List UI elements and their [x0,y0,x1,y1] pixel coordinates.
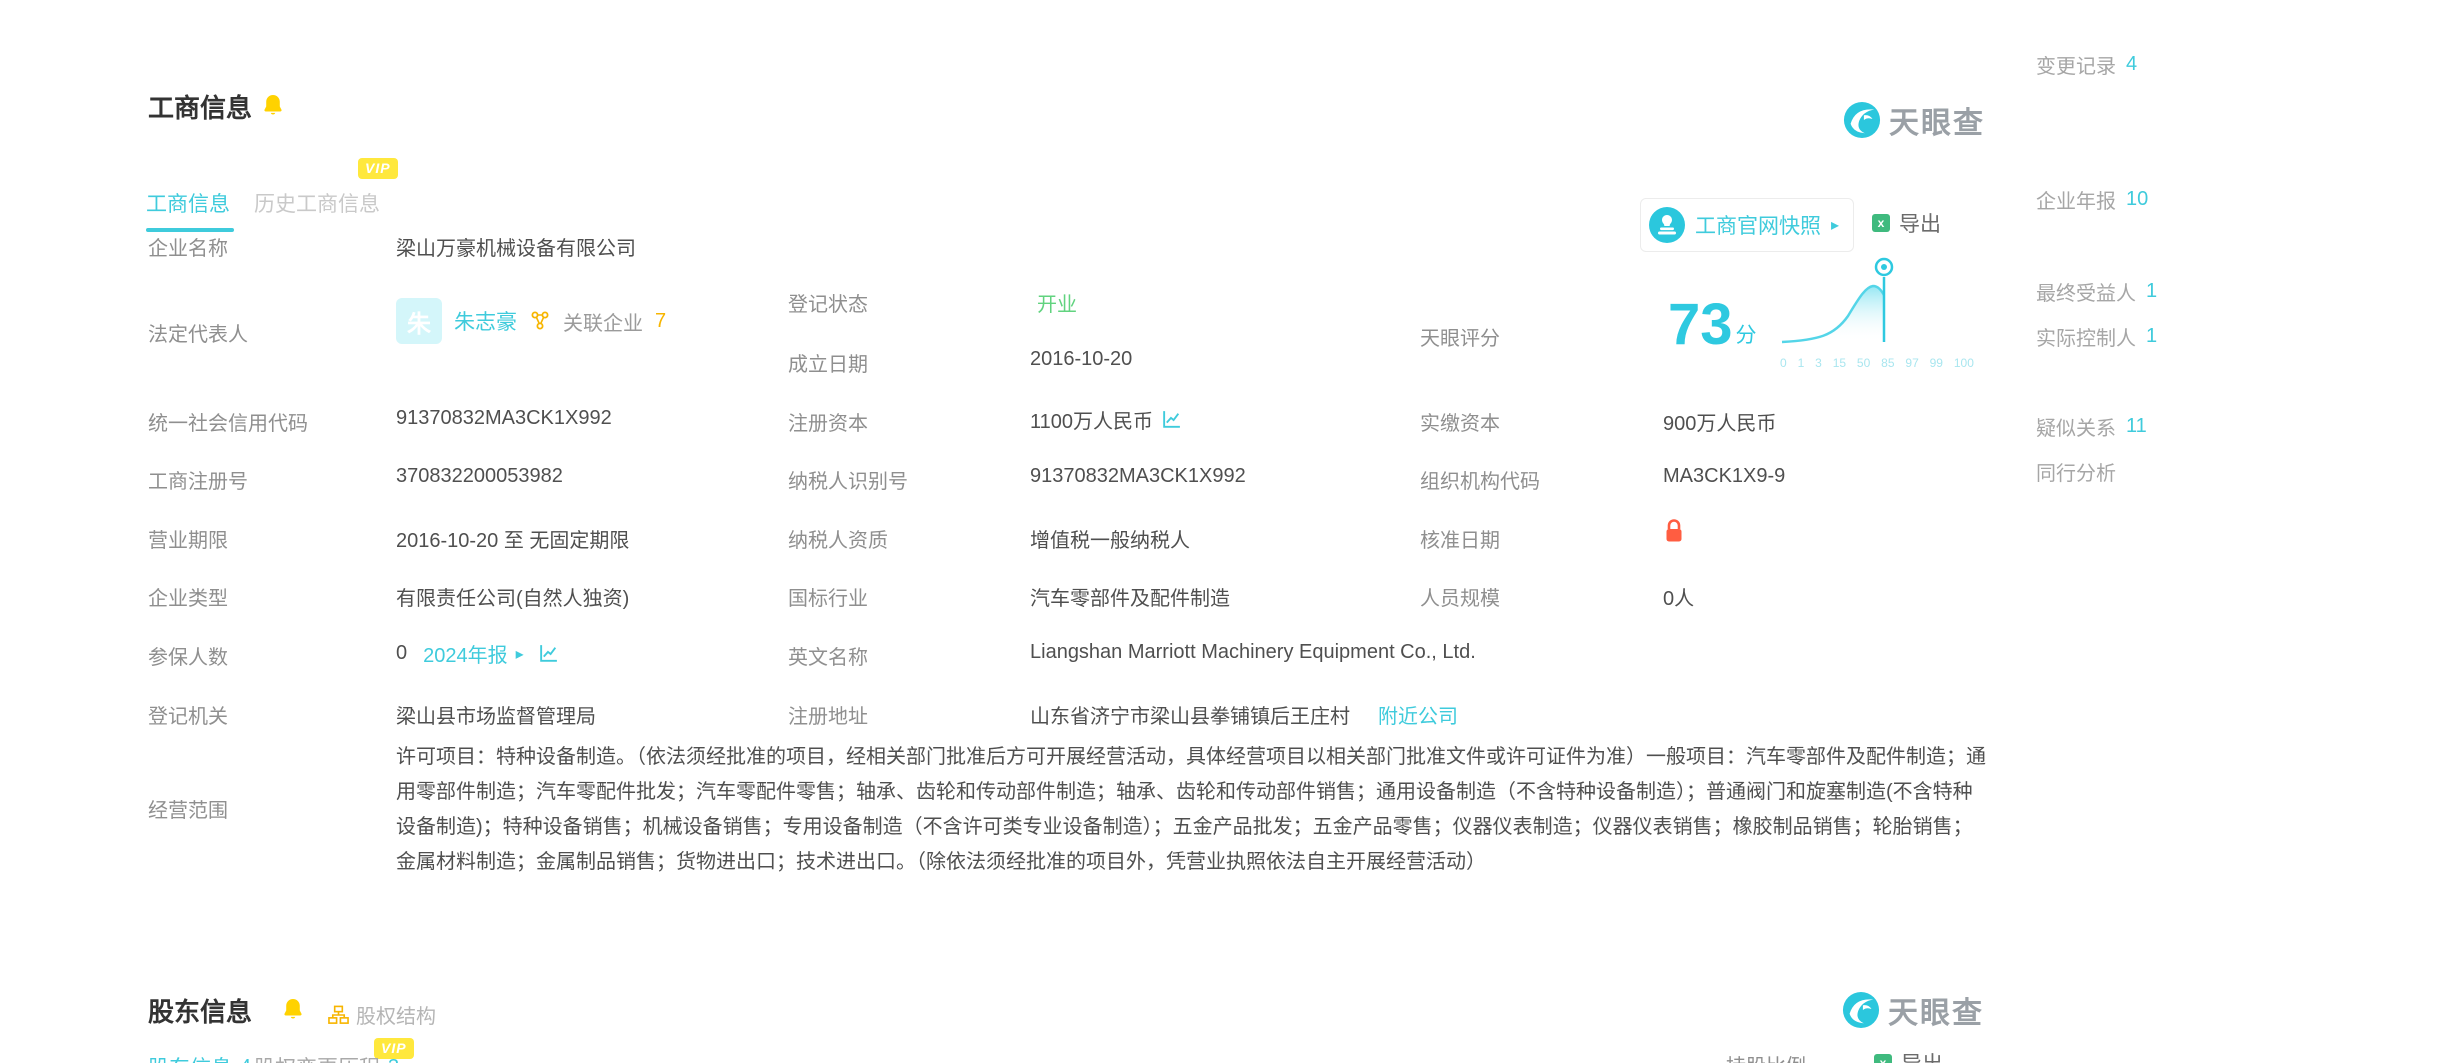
field-value-english-name: Liangshan Marriott Machinery Equipment C… [1030,641,1476,663]
field-label-company-name: 企业名称 [148,238,228,260]
field-label-establish-date: 成立日期 [788,354,868,376]
export-button[interactable]: x 导出 [1872,208,1941,238]
score-unit: 分 [1735,324,1757,347]
score-axis-ticks: 0 1 3 15 50 85 97 99 100 [1780,356,1974,370]
chevron-right-icon: ▸ [515,645,524,663]
tab-history-business-info[interactable]: 历史工商信息 [254,188,380,218]
field-label-reg-status: 登记状态 [788,294,868,316]
sidebar-item-change-records[interactable]: 变更记录 4 [2036,50,2137,79]
field-label-reg-authority: 登记机关 [148,706,228,728]
tab-shareholders[interactable]: 股东信息 4 [148,1052,251,1063]
field-label-company-type: 企业类型 [148,588,228,610]
field-label-taxpayer-id: 纳税人识别号 [788,471,908,493]
field-value-paid-capital: 900万人民币 [1663,413,1777,435]
excel-icon: x [1872,214,1890,232]
field-value-credit-code: 91370832MA3CK1X992 [396,407,612,429]
field-label-credit-code: 统一社会信用代码 [148,413,308,435]
legal-rep-block: 朱 朱志豪 关联企业 7 [396,298,666,344]
field-value-business-term: 2016-10-20 至 无固定期限 [396,530,630,552]
tianyancha-logo-icon [1843,101,1881,139]
shareholding-ratio-control[interactable]: 持股比例 [1726,1050,1806,1063]
score-block[interactable]: 73 分 [1668,296,1757,354]
field-value-taxpayer-id: 91370832MA3CK1X992 [1030,465,1246,487]
field-label-business-scope: 经营范围 [148,800,228,822]
field-value-reg-number: 370832200053982 [396,465,563,487]
equity-structure-label: 股权结构 [356,1006,436,1028]
capital-trend-icon[interactable] [1161,409,1182,430]
field-value-industry: 汽车零部件及配件制造 [1030,588,1230,610]
company-profile-page: 工商信息 天眼查 工商信息 历史工商信息 VIP 工商官网快照 ▸ x 导出 变… [0,0,2456,1063]
official-snapshot-button[interactable]: 工商官网快照 ▸ [1640,198,1855,252]
related-companies-label[interactable]: 关联企业 [563,307,643,336]
field-label-org-code: 组织机构代码 [1420,471,1540,493]
tianyancha-logo: 天眼查 [1843,98,1985,142]
related-companies-count[interactable]: 7 [655,310,666,333]
tab-business-info[interactable]: 工商信息 [146,188,230,218]
field-value-business-scope: 许可项目：特种设备制造。（依法须经批准的项目，经相关部门批准后方可开展经营活动，… [396,746,1986,873]
vip-badge: VIP [358,158,398,179]
field-label-reg-capital: 注册资本 [788,413,868,435]
stamp-icon [1649,207,1685,243]
tianyancha-logo-icon [1842,991,1880,1029]
insured-trend-icon[interactable] [538,643,559,664]
sidebar-item-annual-reports[interactable]: 企业年报 10 [2036,185,2148,214]
excel-icon: x [1874,1054,1892,1063]
sidebar-item-beneficial-owner[interactable]: 最终受益人 1 [2036,277,2157,306]
tianyancha-logo-text: 天眼查 [1888,997,1984,1030]
business-info-title: 工商信息 [148,93,253,123]
field-label-taxpayer-quality: 纳税人资质 [788,530,888,552]
export-label: 导出 [1899,213,1941,236]
sidebar-item-peer-analysis[interactable]: 同行分析 [2036,457,2116,486]
field-label-staff-size: 人员规模 [1420,588,1500,610]
shareholder-title: 股东信息 [148,997,253,1027]
field-label-legal-rep: 法定代表人 [148,324,248,346]
notification-bell-icon[interactable] [262,94,284,118]
field-label-business-term: 营业期限 [148,530,228,552]
locked-value-icon[interactable] [1663,518,1685,544]
field-value-company-name: 梁山万豪机械设备有限公司 [396,238,636,260]
field-value-reg-address: 山东省济宁市梁山县拳铺镇后王庄村 [1030,706,1350,728]
official-snapshot-label: 工商官网快照 [1695,215,1821,238]
export-button[interactable]: x 导出 [1874,1048,1943,1063]
field-value-reg-authority: 梁山县市场监督管理局 [396,706,596,728]
legal-rep-avatar[interactable]: 朱 [396,298,442,344]
tab-equity-change-history[interactable]: 股权变更历程 3 [254,1052,399,1063]
field-value-staff-size: 0人 [1663,588,1695,610]
legal-rep-name-link[interactable]: 朱志豪 [454,306,517,336]
reg-capital-block: 1100万人民币 [1030,405,1182,434]
org-chart-icon [328,1005,349,1024]
field-value-insured-count: 0 [396,642,408,664]
field-label-industry: 国标行业 [788,588,868,610]
field-label-approval-date: 核准日期 [1420,530,1500,552]
export-label: 导出 [1901,1048,1943,1063]
field-label-insured-count: 参保人数 [148,647,228,669]
annual-report-link[interactable]: 2024年报 [423,639,508,668]
field-value-org-code: MA3CK1X9-9 [1663,465,1786,487]
field-label-reg-address: 注册地址 [788,706,868,728]
tianyancha-logo-text: 天眼查 [1889,107,1985,140]
field-label-paid-capital: 实缴资本 [1420,413,1500,435]
chevron-right-icon: ▸ [1831,217,1840,234]
nearby-companies-link[interactable]: 附近公司 [1378,700,1458,729]
field-label-english-name: 英文名称 [788,647,868,669]
score-distribution-chart [1781,257,1894,344]
related-companies-icon [531,311,549,330]
tianyancha-logo: 天眼查 [1842,988,1984,1032]
field-value-company-type: 有限责任公司(自然人独资) [396,588,630,610]
score-value: 73 [1668,292,1733,357]
notification-bell-icon[interactable] [282,998,304,1022]
equity-structure-link[interactable]: 股权结构 [328,1000,436,1029]
sidebar-item-suspected-relations[interactable]: 疑似关系 11 [2036,412,2147,441]
field-label-score: 天眼评分 [1420,328,1500,350]
sidebar-item-actual-controller[interactable]: 实际控制人 1 [2036,322,2157,351]
field-label-reg-number: 工商注册号 [148,471,248,493]
insured-count-block: 0 2024年报 ▸ [396,639,559,668]
field-value-reg-status: 开业 [1037,294,1077,316]
field-value-establish-date: 2016-10-20 [1030,348,1133,370]
field-value-reg-capital: 1100万人民币 [1030,411,1154,433]
field-value-taxpayer-quality: 增值税一般纳税人 [1030,530,1190,552]
